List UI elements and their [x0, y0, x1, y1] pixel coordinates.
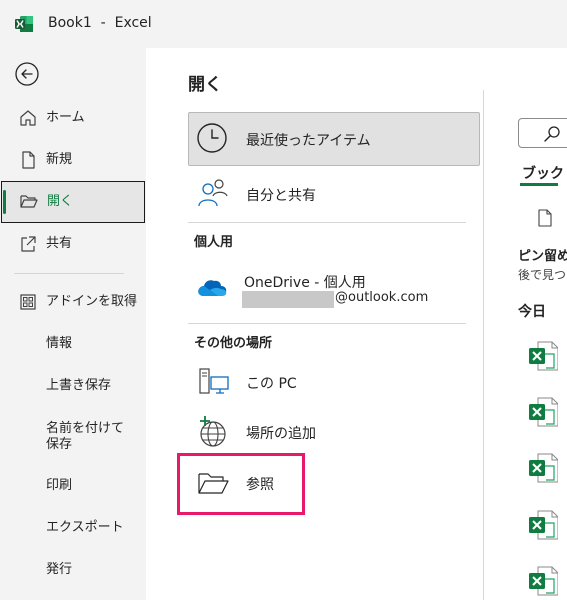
search-input[interactable]: [518, 118, 567, 148]
personal-section-header: 個人用: [194, 235, 234, 250]
pinned-section-subtitle: 後で見つけ: [518, 268, 567, 282]
active-indicator: [3, 190, 6, 214]
globe-add-icon: [200, 416, 226, 447]
file-type-icon[interactable]: [537, 209, 553, 227]
computer-icon: [199, 368, 229, 394]
nav-item-export[interactable]: エクスポート: [0, 507, 146, 549]
browse-highlight-box: [177, 453, 305, 515]
add-place-label: 場所の追加: [246, 426, 316, 442]
backstage-nav: ホーム 新規 開く 共有 アドインを取得 情報 上書き保存 名前を付けて保存 印…: [0, 48, 146, 600]
nav-item-label: 発行: [46, 562, 73, 577]
recent-items-label: 最近使ったアイテム: [246, 133, 371, 149]
other-locations-header: その他の場所: [194, 336, 273, 351]
nav-item-label: 新規: [46, 152, 73, 167]
excel-logo-icon: [15, 16, 33, 32]
tab-workbooks[interactable]: ブック: [522, 163, 564, 183]
pinned-section-title: ピン留め: [518, 249, 567, 264]
nav-item-label: ホーム: [46, 110, 85, 125]
add-place-option[interactable]: 場所の追加: [188, 405, 480, 459]
excel-file-icon[interactable]: [528, 509, 558, 541]
back-arrow-icon[interactable]: [14, 61, 40, 87]
folder-open-icon: [20, 195, 38, 208]
title-bar: Book1 - Excel: [0, 0, 567, 48]
tab-active-underline: [520, 183, 558, 186]
nav-item-label: アドインを取得: [46, 294, 138, 309]
nav-item-open[interactable]: 開く: [1, 181, 145, 223]
nav-item-label: 共有: [46, 236, 73, 251]
nav-item-label: 上書き保存: [46, 378, 112, 393]
nav-item-home[interactable]: ホーム: [0, 97, 146, 139]
this-pc-option[interactable]: この PC: [188, 355, 480, 409]
excel-file-icon[interactable]: [528, 340, 558, 372]
section-divider: [188, 323, 466, 324]
excel-file-icon[interactable]: [528, 452, 558, 484]
people-icon: [198, 179, 228, 207]
nav-divider: [14, 273, 124, 274]
recent-items-option[interactable]: 最近使ったアイテム: [188, 112, 480, 166]
column-divider: [483, 90, 484, 600]
nav-item-label: 印刷: [46, 478, 73, 493]
nav-item-new[interactable]: 新規: [0, 139, 146, 181]
shared-with-me-option[interactable]: 自分と共有: [188, 167, 480, 221]
excel-file-icon[interactable]: [528, 396, 558, 428]
page-title: 開く: [188, 75, 222, 95]
nav-item-label: 開く: [47, 194, 74, 209]
nav-item-label: 情報: [46, 336, 73, 351]
onedrive-cloud-icon: [198, 280, 227, 296]
nav-item-save-as[interactable]: 名前を付けて保存: [0, 415, 146, 457]
nav-item-share[interactable]: 共有: [0, 223, 146, 265]
nav-item-publish[interactable]: 発行: [0, 549, 146, 591]
onedrive-name: OneDrive - 個人用: [244, 275, 366, 291]
nav-item-save[interactable]: 上書き保存: [0, 365, 146, 407]
nav-item-label: 名前を付けて保存: [46, 421, 125, 452]
excel-file-icon[interactable]: [528, 565, 558, 597]
search-icon: [544, 126, 560, 142]
shared-with-me-label: 自分と共有: [246, 188, 316, 204]
nav-item-info[interactable]: 情報: [0, 323, 146, 365]
onedrive-email: @outlook.com: [335, 290, 429, 305]
open-panel: 開く 最近使ったアイテム 自分と共有 個人用 OneDrive - 個人用 @o…: [146, 48, 567, 600]
nav-item-print[interactable]: 印刷: [0, 465, 146, 507]
share-icon: [21, 236, 36, 252]
section-divider: [188, 222, 466, 223]
this-pc-label: この PC: [246, 376, 297, 392]
home-icon: [20, 110, 36, 126]
clock-icon: [197, 123, 227, 153]
redacted-email: [242, 291, 334, 308]
add-ins-icon: [20, 294, 36, 310]
new-document-icon: [22, 151, 35, 169]
today-section-header: 今日: [518, 304, 546, 320]
window-title: Book1 - Excel: [48, 15, 152, 31]
nav-item-label: エクスポート: [46, 520, 124, 535]
nav-item-add-ins[interactable]: アドインを取得: [0, 281, 146, 323]
